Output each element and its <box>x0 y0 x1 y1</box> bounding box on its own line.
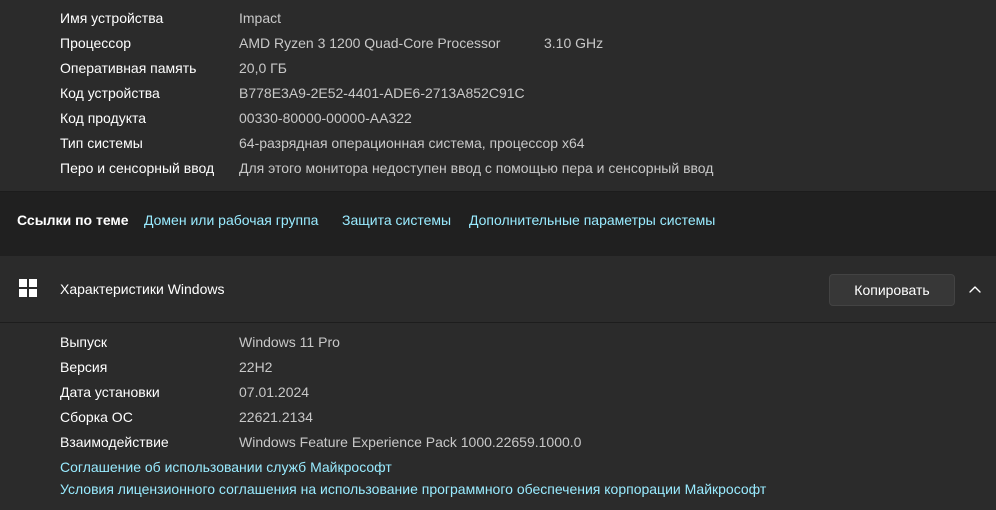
device-specs-card: Имя устройства Impact Процессор AMD Ryze… <box>0 0 996 192</box>
spec-label: Взаимодействие <box>60 434 169 450</box>
spec-label: Выпуск <box>60 334 107 350</box>
spec-value: Windows 11 Pro <box>239 334 340 350</box>
copy-button[interactable]: Копировать <box>829 274 955 306</box>
spec-value: Impact <box>239 10 282 26</box>
windows-specs-header[interactable]: Характеристики Windows Копировать <box>0 256 996 323</box>
spec-value: 00330-80000-00000-AA322 <box>239 110 412 126</box>
spec-label: Имя устройства <box>60 10 164 26</box>
system-about-page: Имя устройства Impact Процессор AMD Ryze… <box>0 0 996 510</box>
spec-value: 20,0 ГБ <box>239 60 287 76</box>
spec-label: Код устройства <box>60 85 160 101</box>
spec-label: Дата установки <box>60 384 160 400</box>
spec-value: 07.01.2024 <box>239 384 310 400</box>
domain-workgroup-link[interactable]: Домен или рабочая группа <box>144 210 318 230</box>
windows-specs-title: Характеристики Windows <box>60 281 225 297</box>
spec-value: B778E3A9-2E52-4401-ADE6-2713A852C91C <box>239 85 525 101</box>
spec-label: Сборка ОС <box>60 409 133 425</box>
spec-label: Перо и сенсорный ввод <box>60 160 215 176</box>
microsoft-services-agreement-link[interactable]: Соглашение об использовании служб Майкро… <box>60 457 392 477</box>
spec-label: Тип системы <box>60 135 143 151</box>
advanced-system-settings-link[interactable]: Дополнительные параметры системы <box>469 210 715 230</box>
chevron-up-icon[interactable] <box>966 280 984 298</box>
spec-label: Процессор <box>60 35 132 51</box>
related-links-title: Ссылки по теме <box>17 212 129 228</box>
spec-value: Windows Feature Experience Pack 1000.226… <box>239 434 582 450</box>
spec-label: Код продукта <box>60 110 147 126</box>
processor-clock-speed: 3.10 GHz <box>544 35 604 51</box>
related-links-bar: Ссылки по теме Домен или рабочая группа … <box>0 192 996 247</box>
system-protection-link[interactable]: Защита системы <box>342 210 451 230</box>
windows-logo-icon <box>19 279 38 298</box>
windows-specs-body: Выпуск Windows 11 Pro Версия 22H2 Дата у… <box>0 323 996 510</box>
spec-value: 22H2 <box>239 359 273 375</box>
spec-value: Для этого монитора недоступен ввод с пом… <box>239 160 714 176</box>
microsoft-license-terms-link[interactable]: Условия лицензионного соглашения на испо… <box>60 479 766 499</box>
spec-label: Версия <box>60 359 108 375</box>
spec-label: Оперативная память <box>60 60 197 76</box>
spec-value: AMD Ryzen 3 1200 Quad-Core Processor <box>239 35 501 51</box>
spec-value: 22621.2134 <box>239 409 313 425</box>
spec-value: 64-разрядная операционная система, проце… <box>239 135 585 151</box>
